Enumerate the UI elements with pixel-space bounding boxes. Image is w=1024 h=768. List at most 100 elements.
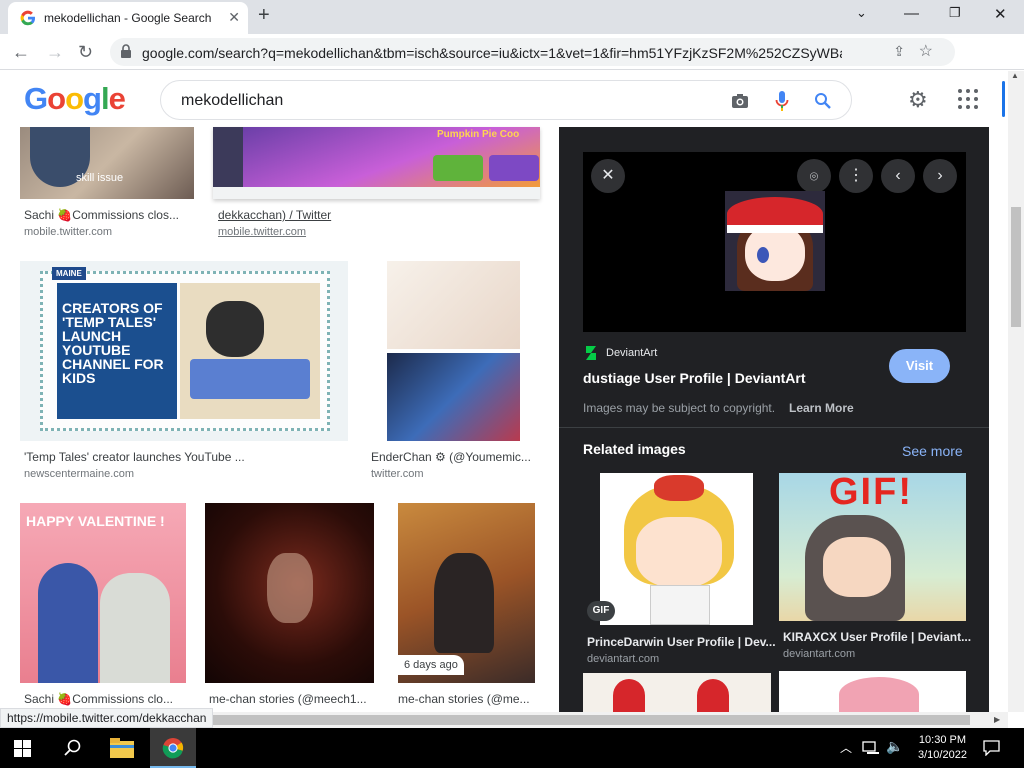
google-logo[interactable]: Google xyxy=(24,81,126,117)
thumbnail-overlay-text: GIF! xyxy=(829,473,913,513)
search-icon[interactable] xyxy=(814,92,832,110)
google-apps-icon[interactable] xyxy=(958,89,978,109)
horizontal-scroll-thumb[interactable] xyxy=(210,715,970,725)
tab-strip: mekodellichan - Google Search ✕ + ⌄ — ❐ … xyxy=(0,0,1024,34)
next-icon[interactable]: › xyxy=(923,159,957,193)
divider xyxy=(559,427,989,428)
result-caption[interactable]: me-chan stories (@me... xyxy=(398,692,530,706)
related-image[interactable]: GIF! xyxy=(779,473,966,621)
related-source[interactable]: deviantart.com xyxy=(587,653,659,665)
related-images-heading: Related images xyxy=(583,441,686,457)
tab-close-icon[interactable]: ✕ xyxy=(228,9,240,26)
minimize-icon[interactable]: — xyxy=(904,5,919,22)
tab-search-icon[interactable]: ⌄ xyxy=(856,5,867,21)
system-clock[interactable]: 10:30 PM 3/10/2022 xyxy=(918,733,967,763)
logo-letter: G xyxy=(24,81,48,116)
logo-letter: l xyxy=(100,81,110,116)
related-title[interactable]: KIRAXCX User Profile | Deviant... xyxy=(783,630,971,644)
thumbnail-overlay-text: CREATORS OF 'TEMP TALES' LAUNCH YOUTUBE … xyxy=(62,300,164,386)
logo-letter: g xyxy=(83,81,102,116)
network-icon[interactable] xyxy=(862,741,880,755)
result-caption[interactable]: 'Temp Tales' creator launches YouTube ..… xyxy=(24,450,245,464)
result-thumbnail[interactable]: HAPPY VALENTINE ! xyxy=(20,503,186,683)
result-source[interactable]: twitter.com xyxy=(371,468,424,480)
new-tab-icon[interactable]: + xyxy=(258,4,270,27)
result-source[interactable]: newscentermaine.com xyxy=(24,468,134,480)
thumbnail-badge: MAINE xyxy=(52,267,86,280)
windows-taskbar: ︿ 🔈 10:30 PM 3/10/2022 xyxy=(0,728,1024,768)
deviantart-icon xyxy=(586,346,596,360)
chrome-taskbar-button[interactable] xyxy=(150,728,196,768)
gif-badge: GIF xyxy=(587,601,615,621)
account-accent-bar xyxy=(1002,81,1005,117)
clock-time: 10:30 PM xyxy=(918,734,967,746)
visit-button[interactable]: Visit xyxy=(889,349,950,383)
result-source[interactable]: mobile.twitter.com xyxy=(218,226,306,238)
mic-icon[interactable] xyxy=(775,90,789,112)
previous-icon[interactable]: ‹ xyxy=(881,159,915,193)
result-thumbnail[interactable]: MAINE CREATORS OF 'TEMP TALES' LAUNCH YO… xyxy=(20,261,348,441)
reload-icon[interactable]: ↻ xyxy=(78,42,93,63)
share-icon[interactable]: ⇪ xyxy=(893,43,905,60)
result-thumbnail[interactable]: Pumpkin Pie Coo xyxy=(213,127,540,199)
related-title[interactable]: PrinceDarwin User Profile | Dev... xyxy=(587,635,776,649)
taskbar-search-icon[interactable] xyxy=(64,739,82,757)
back-icon[interactable]: ← xyxy=(12,42,30,63)
copyright-note: Images may be subject to copyright. xyxy=(583,401,776,415)
browser-toolbar: ← → ↻ google.com/search?q=mekodellichan&… xyxy=(0,34,1024,95)
close-preview-icon[interactable]: ✕ xyxy=(591,159,625,193)
scroll-right-icon[interactable]: ▶ xyxy=(994,715,1000,724)
windows-start-icon[interactable] xyxy=(14,740,31,757)
settings-gear-icon[interactable]: ⚙ xyxy=(908,87,928,113)
related-source[interactable]: deviantart.com xyxy=(783,648,855,660)
vertical-scroll-thumb[interactable] xyxy=(1011,207,1021,327)
forward-icon[interactable]: → xyxy=(46,42,64,63)
thumbnail-overlay-text: Pumpkin Pie Coo xyxy=(437,129,520,140)
result-thumbnail[interactable] xyxy=(367,261,540,441)
lock-icon[interactable] xyxy=(120,44,132,58)
url-text[interactable]: google.com/search?q=mekodellichan&tbm=is… xyxy=(142,45,842,61)
thumbnail-overlay-text: skill issue xyxy=(76,172,124,184)
see-more-link[interactable]: See more xyxy=(902,443,963,459)
result-source[interactable]: mobile.twitter.com xyxy=(24,226,112,238)
tab-title: mekodellichan - Google Search xyxy=(44,11,212,25)
notification-icon[interactable] xyxy=(983,740,1000,756)
preview-title[interactable]: dustiage User Profile | DeviantArt xyxy=(583,370,806,386)
logo-letter: e xyxy=(108,81,126,116)
restore-icon[interactable]: ❐ xyxy=(949,5,961,21)
learn-more-link[interactable]: Learn More xyxy=(789,401,854,415)
google-header: Google mekodellichan ⚙ xyxy=(0,71,1008,127)
scroll-up-icon[interactable]: ▲ xyxy=(1011,71,1019,80)
result-caption[interactable]: Sachi 🍓Commissions clos... xyxy=(24,208,179,222)
file-explorer-icon[interactable] xyxy=(110,738,134,758)
camera-icon[interactable] xyxy=(731,93,749,109)
result-thumbnail[interactable]: skill issue xyxy=(20,127,194,199)
preview-image[interactable] xyxy=(725,191,825,291)
lens-icon[interactable]: ⌾ xyxy=(797,159,831,193)
result-caption[interactable]: EnderChan ⚙ (@Youmemic... xyxy=(371,450,531,464)
result-caption[interactable]: Sachi 🍓Commissions clo... xyxy=(24,692,173,706)
volume-icon[interactable]: 🔈 xyxy=(886,738,903,755)
result-age-badge: 6 days ago xyxy=(398,655,464,675)
address-bar[interactable]: google.com/search?q=mekodellichan&tbm=is… xyxy=(110,38,955,66)
result-caption[interactable]: me-chan stories (@meech1... xyxy=(209,692,367,706)
related-image[interactable] xyxy=(583,673,771,712)
browser-tab[interactable]: mekodellichan - Google Search ✕ xyxy=(8,2,248,34)
status-bar-url: https://mobile.twitter.com/dekkacchan xyxy=(0,708,214,728)
source-site-name[interactable]: DeviantArt xyxy=(606,347,657,359)
more-options-icon[interactable]: ⋮ xyxy=(839,159,873,193)
result-thumbnail[interactable] xyxy=(205,503,374,683)
image-preview-panel: ✕ ⌾ ⋮ ‹ › DeviantArt dustiage User Profi… xyxy=(559,127,989,712)
result-caption[interactable]: dekkacchan) / Twitter xyxy=(218,208,331,222)
related-image[interactable] xyxy=(779,671,966,712)
vertical-scrollbar[interactable]: ▲ xyxy=(1008,71,1024,712)
bookmark-star-icon[interactable]: ☆ xyxy=(919,41,933,61)
chrome-icon xyxy=(162,738,184,759)
related-image[interactable] xyxy=(600,473,753,625)
search-input[interactable]: mekodellichan xyxy=(181,92,283,110)
window-close-icon[interactable]: ✕ xyxy=(994,5,1007,23)
tray-chevron-icon[interactable]: ︿ xyxy=(840,739,852,756)
google-favicon-icon xyxy=(20,10,35,26)
search-box[interactable]: mekodellichan xyxy=(160,80,852,120)
result-thumbnail[interactable]: 6 days ago xyxy=(398,503,535,683)
